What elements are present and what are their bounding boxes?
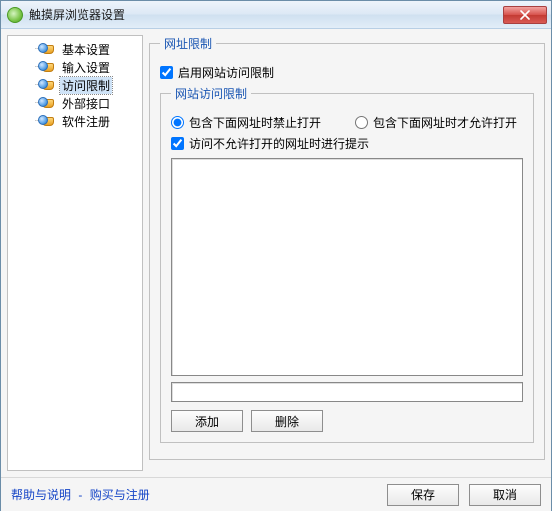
help-link[interactable]: 帮助与说明 [11,488,71,502]
sidebar-item-label: 外部接口 [60,95,112,112]
sidebar-item-label: 访问限制 [60,77,112,94]
settings-node-icon [40,41,56,57]
settings-node-icon [40,77,56,93]
footer-bar: 帮助与说明 - 购买与注册 保存 取消 [1,477,551,511]
sidebar-item-access[interactable]: ┈ 访问限制 [10,76,140,94]
sidebar-item-input[interactable]: ┈ 输入设置 [10,58,140,76]
delete-button[interactable]: 删除 [251,410,323,432]
url-restriction-group: 网址限制 启用网站访问限制 网站访问限制 包含下面网址时禁止打开 包含下面网址时… [149,35,545,460]
sidebar-item-basic[interactable]: ┈ 基本设置 [10,40,140,58]
site-access-legend: 网站访问限制 [171,85,251,102]
enable-restriction-label: 启用网站访问限制 [178,64,274,81]
tree-connector-icon: ┈ [20,98,40,109]
mode-block-label: 包含下面网址时禁止打开 [189,114,321,131]
sidebar-item-label: 基本设置 [60,41,112,58]
url-input-field[interactable] [171,382,523,402]
settings-node-icon [40,113,56,129]
tree-connector-icon: ┈ [20,44,40,55]
sidebar-tree: ┈ 基本设置 ┈ 输入设置 ┈ 访问限制 ┈ 外部接口 ┈ 软件注册 [7,35,143,471]
save-button[interactable]: 保存 [387,484,459,506]
buy-link[interactable]: 购买与注册 [90,488,150,502]
sidebar-item-label: 软件注册 [60,113,112,130]
url-restriction-legend: 网址限制 [160,35,216,52]
window-title: 触摸屏浏览器设置 [29,6,503,23]
content-panel: 网址限制 启用网站访问限制 网站访问限制 包含下面网址时禁止打开 包含下面网址时… [149,35,545,471]
prompt-checkbox[interactable] [171,137,184,150]
cancel-button[interactable]: 取消 [469,484,541,506]
mode-allow-radio[interactable] [355,116,368,129]
tree-connector-icon: ┈ [20,80,40,91]
prompt-label: 访问不允许打开的网址时进行提示 [189,135,369,152]
close-icon [520,10,530,20]
enable-restriction-checkbox[interactable] [160,66,173,79]
sidebar-item-register[interactable]: ┈ 软件注册 [10,112,140,130]
sidebar-item-external[interactable]: ┈ 外部接口 [10,94,140,112]
settings-node-icon [40,59,56,75]
title-bar: 触摸屏浏览器设置 [1,1,551,29]
tree-connector-icon: ┈ [20,62,40,73]
url-list-box[interactable] [171,158,523,376]
close-button[interactable] [503,6,547,24]
mode-block-radio[interactable] [171,116,184,129]
site-access-group: 网站访问限制 包含下面网址时禁止打开 包含下面网址时才允许打开 访问不允许打开的… [160,85,534,443]
link-separator: - [78,488,82,502]
add-button[interactable]: 添加 [171,410,243,432]
mode-allow-label: 包含下面网址时才允许打开 [373,114,517,131]
tree-connector-icon: ┈ [20,116,40,127]
sidebar-item-label: 输入设置 [60,59,112,76]
settings-node-icon [40,95,56,111]
app-icon [7,7,23,23]
